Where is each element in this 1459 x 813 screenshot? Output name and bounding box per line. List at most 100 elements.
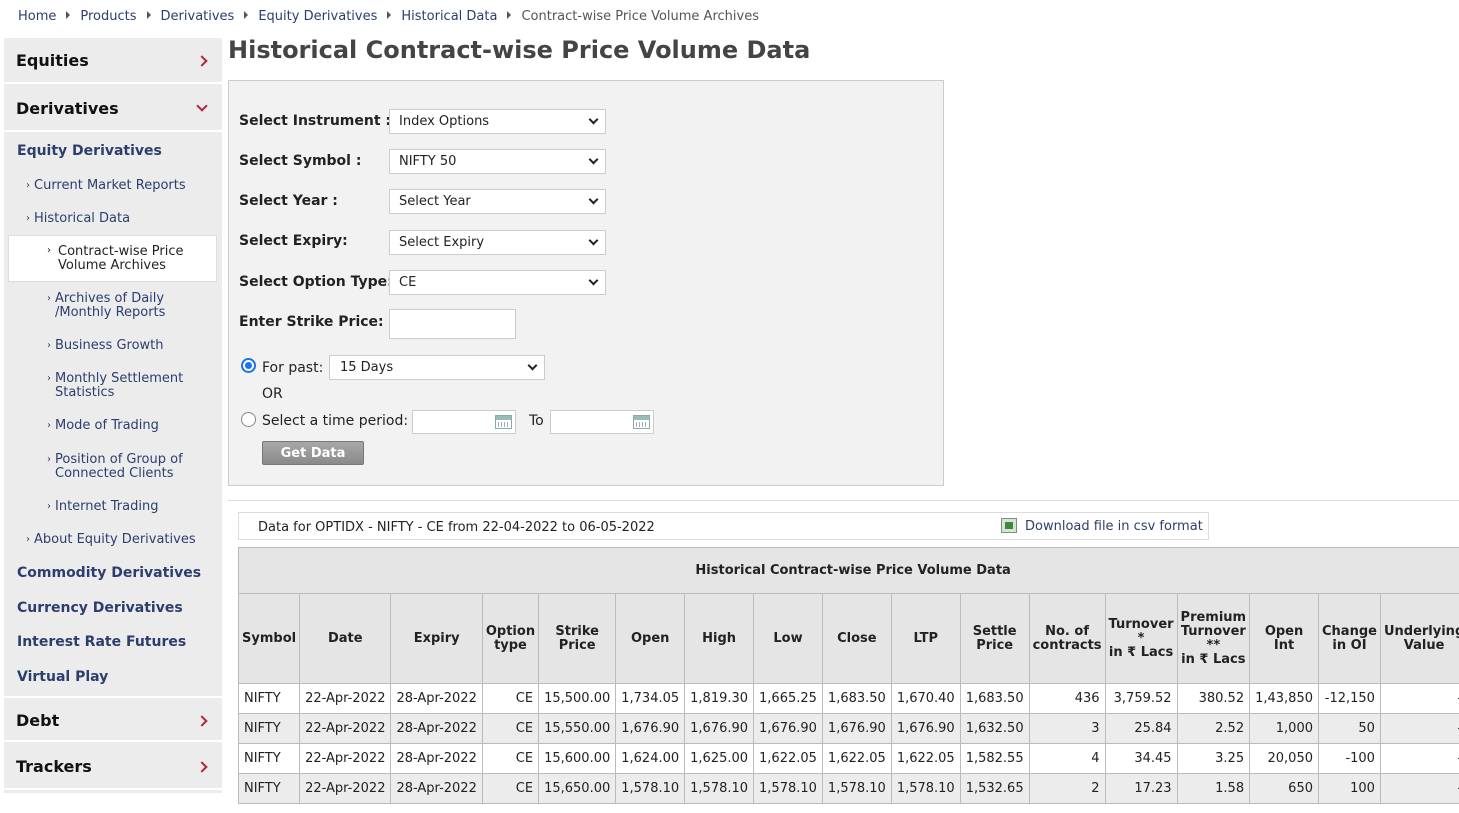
table-cell: 1,578.10 xyxy=(821,773,892,804)
sidebar-item-equities[interactable]: Equities xyxy=(4,38,222,84)
table-cell: 22-Apr-2022 xyxy=(299,683,392,714)
column-header-option-type: Option type xyxy=(481,593,540,684)
sidebar-item-label: Debt xyxy=(16,711,60,730)
sidebar-item-archives[interactable]: › Archives of Daily/Monthly Reports xyxy=(47,292,165,320)
column-header-high: High xyxy=(684,593,755,684)
table-cell: NIFTY xyxy=(237,713,301,744)
sidebar-item-label: Derivatives xyxy=(16,99,119,118)
chevron-right-icon: › xyxy=(47,373,51,384)
column-header-open-int: Open Int xyxy=(1249,593,1319,684)
chevron-right-icon: › xyxy=(47,501,51,512)
sidebar-item-internet-trading[interactable]: › Internet Trading xyxy=(47,500,158,514)
sidebar-item-historical-data[interactable]: › Historical Data xyxy=(26,212,130,226)
table-cell: 1,578.10 xyxy=(684,773,755,804)
sidebar-item-current-market-reports[interactable]: › Current Market Reports xyxy=(26,179,186,193)
sidebar-item-debt[interactable]: Debt xyxy=(4,696,222,742)
chevron-down-icon xyxy=(588,114,599,125)
table-cell: 1,676.90 xyxy=(890,713,961,744)
chevron-right-icon xyxy=(196,761,208,773)
for-past-select[interactable]: 15 Days xyxy=(329,355,545,380)
table-cell: 1,676.90 xyxy=(821,713,892,744)
table-cell: 3.25 xyxy=(1176,743,1251,774)
for-past-radio[interactable] xyxy=(241,358,256,373)
chevron-down-icon xyxy=(196,100,208,112)
sidebar-item-trackers[interactable]: Trackers xyxy=(4,744,222,790)
results-info-bar: Data for OPTIDX - NIFTY - CE from 22-04-… xyxy=(238,512,1209,540)
year-select-value: Select Year xyxy=(399,194,471,209)
symbol-select[interactable]: NIFTY 50 xyxy=(389,149,606,174)
table-cell: 2.52 xyxy=(1176,713,1251,744)
strike-price-input[interactable] xyxy=(389,309,516,339)
chevron-right-icon: › xyxy=(47,293,51,304)
sidebar-item-virtual-play[interactable]: Virtual Play xyxy=(17,669,108,685)
to-label: To xyxy=(529,413,544,429)
chevron-down-icon xyxy=(588,154,599,165)
sidebar-item-equity-derivatives[interactable]: Equity Derivatives xyxy=(17,143,162,159)
table-cell: 22-Apr-2022 xyxy=(299,773,392,804)
sidebar-item-interest-rate-futures[interactable]: Interest Rate Futures xyxy=(17,634,186,650)
sidebar-item-currency-derivatives[interactable]: Currency Derivatives xyxy=(17,600,183,616)
table-cell: 20,050 xyxy=(1249,743,1319,774)
table-cell: 28-Apr-2022 xyxy=(390,773,483,804)
column-header-turnover: Turnover * in ₹ Lacs xyxy=(1104,593,1178,684)
breadcrumb-products[interactable]: Products xyxy=(80,9,136,24)
sidebar-item-monthly-settlement[interactable]: › Monthly Settlement Statistics xyxy=(47,372,183,400)
table-cell: 1,622.05 xyxy=(821,743,892,774)
table-cell: 15,600.00 xyxy=(538,743,617,774)
chevron-right-icon xyxy=(196,715,208,727)
table-cell: 3 xyxy=(1028,713,1106,744)
table-cell: 50 xyxy=(1318,713,1381,744)
column-header-change-in-oi: Change in OI xyxy=(1318,593,1381,684)
table-cell: 22-Apr-2022 xyxy=(299,743,392,774)
sidebar-item-business-growth[interactable]: › Business Growth xyxy=(47,339,164,353)
table-cell: 1,819.30 xyxy=(684,683,755,714)
sidebar-item-about-equity-derivatives[interactable]: › About Equity Derivatives xyxy=(26,533,196,547)
table-cell: CE xyxy=(481,743,540,774)
sidebar-item-mode-of-trading[interactable]: › Mode of Trading xyxy=(47,419,159,433)
option-type-select[interactable]: CE xyxy=(389,270,606,295)
table-row: NIFTY 22-Apr-2022 28-Apr-2022 CE 15,650.00 1,… xyxy=(237,773,1459,804)
table-cell: 380.52 xyxy=(1176,683,1251,714)
breadcrumb-separator-icon xyxy=(387,11,392,19)
breadcrumb: Home Products Derivatives Equity Derivative… xyxy=(18,9,759,24)
chevron-right-icon: › xyxy=(47,245,51,256)
breadcrumb-home[interactable]: Home xyxy=(18,9,56,24)
table-cell: - xyxy=(1379,683,1459,714)
from-date-input[interactable] xyxy=(412,410,516,434)
breadcrumb-historical-data[interactable]: Historical Data xyxy=(401,9,497,24)
symbol-select-value: NIFTY 50 xyxy=(399,154,457,169)
time-period-radio[interactable] xyxy=(241,412,256,427)
breadcrumb-derivatives[interactable]: Derivatives xyxy=(161,9,235,24)
divider xyxy=(228,500,1459,501)
table-row: NIFTY 22-Apr-2022 28-Apr-2022 CE 15,500.00 1,… xyxy=(237,683,1459,714)
table-cell: 28-Apr-2022 xyxy=(390,743,483,774)
instrument-select[interactable]: Index Options xyxy=(389,109,606,134)
option-type-select-value: CE xyxy=(399,275,417,290)
table-cell: 1,532.65 xyxy=(959,773,1030,804)
breadcrumb-equity-derivatives[interactable]: Equity Derivatives xyxy=(258,9,377,24)
sidebar-item-position-of-group[interactable]: › Position of Group of Connected Clients xyxy=(47,453,183,481)
sidebar-item-derivatives[interactable]: Derivatives xyxy=(4,86,222,132)
column-header-premium-turnover: Premium Turnover ** in ₹ Lacs xyxy=(1176,593,1251,684)
get-data-button[interactable]: Get Data xyxy=(262,441,364,465)
table-cell: 1,578.10 xyxy=(615,773,686,804)
year-select[interactable]: Select Year xyxy=(389,189,606,214)
or-label: OR xyxy=(262,386,283,402)
table-cell: 15,650.00 xyxy=(538,773,617,804)
table-cell: 1,665.25 xyxy=(753,683,823,714)
download-csv-link[interactable]: Download file in csv format xyxy=(1025,519,1203,534)
sidebar-item-commodity-derivatives[interactable]: Commodity Derivatives xyxy=(17,565,201,581)
page-title: Historical Contract-wise Price Volume Da… xyxy=(228,36,811,64)
calendar-icon[interactable] xyxy=(633,415,650,429)
chevron-down-icon xyxy=(527,360,538,371)
table-cell: 1,676.90 xyxy=(753,713,823,744)
sidebar-item-label: Equities xyxy=(16,51,89,70)
chevron-down-icon xyxy=(588,275,599,286)
table-cell: 1,582.55 xyxy=(959,743,1030,774)
expiry-select[interactable]: Select Expiry xyxy=(389,230,606,255)
to-date-input[interactable] xyxy=(550,410,654,434)
sidebar-item-contract-wise-archives[interactable]: › Contract-wise Price Volume Archives xyxy=(8,235,217,282)
table-cell: - xyxy=(1379,773,1459,804)
calendar-icon[interactable] xyxy=(495,415,512,429)
table-cell: -12,150 xyxy=(1318,683,1381,714)
